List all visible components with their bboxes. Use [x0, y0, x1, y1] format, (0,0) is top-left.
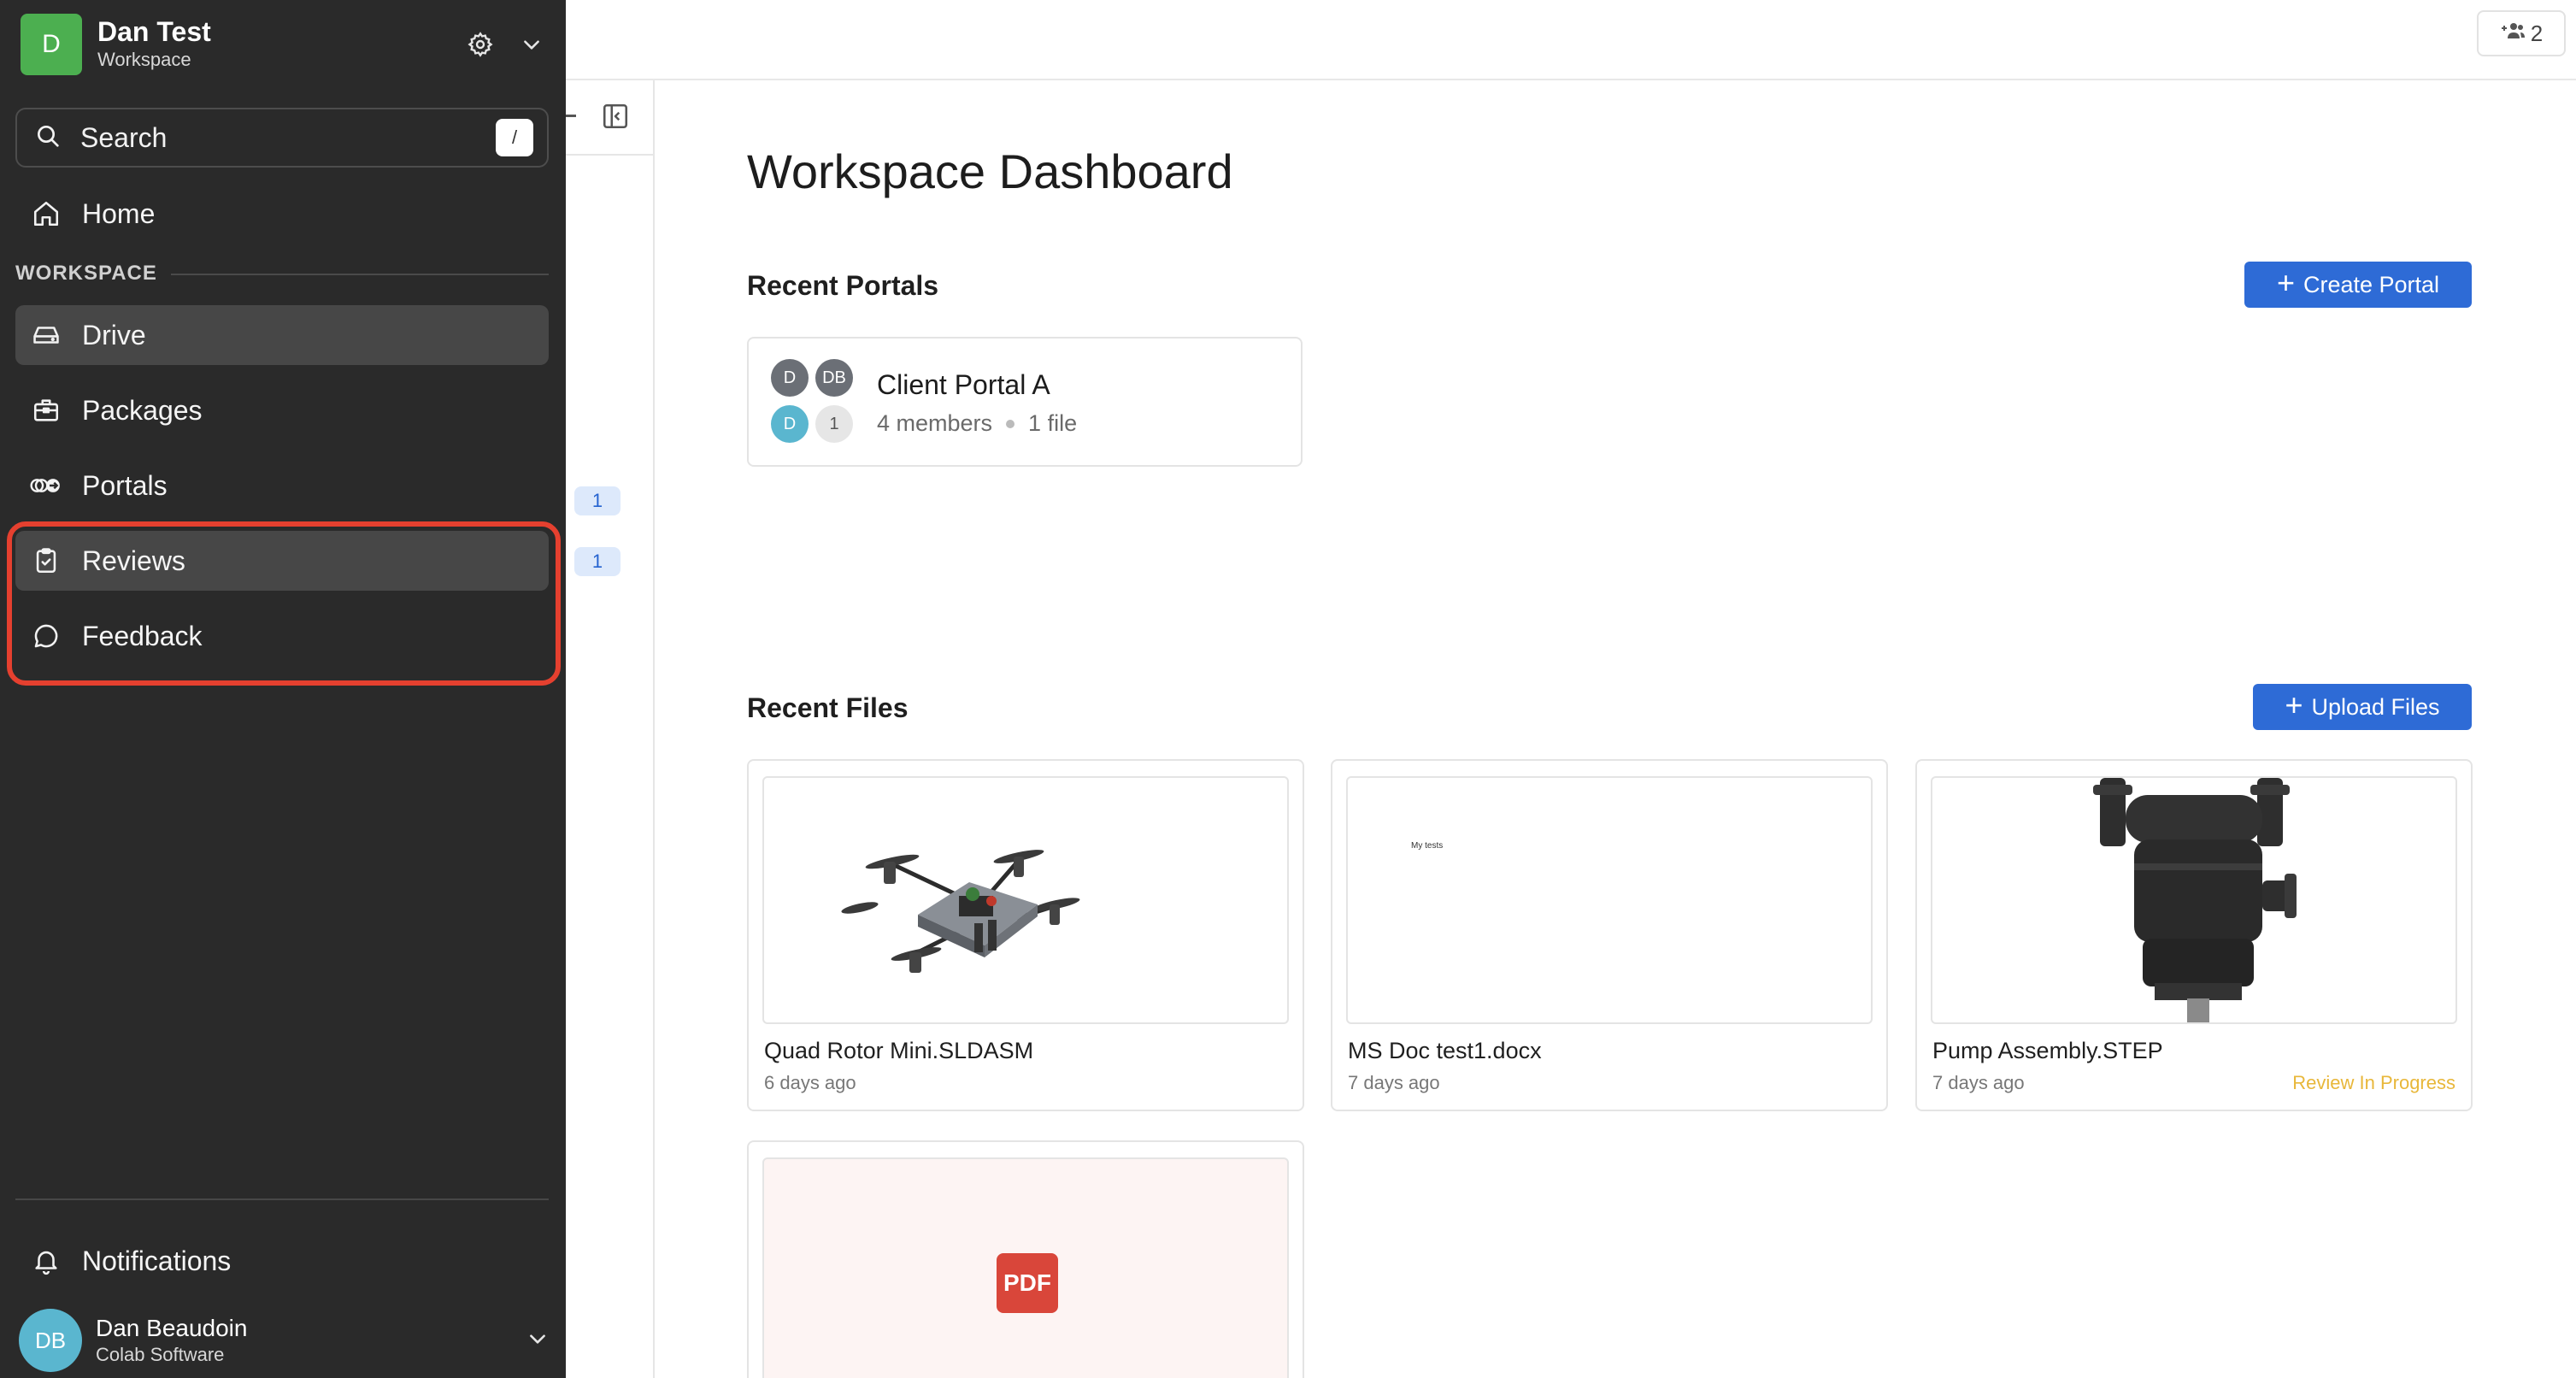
portal-icon	[27, 467, 65, 504]
separator-dot	[1006, 419, 1015, 428]
quadcopter-preview	[841, 850, 1080, 973]
file-thumbnail	[762, 776, 1289, 1024]
package-icon	[27, 392, 65, 429]
avatar-overflow-count: 1	[815, 405, 853, 443]
divider	[15, 1198, 549, 1200]
collapse-panel-icon[interactable]	[598, 99, 632, 133]
nav-item-home[interactable]: Home	[15, 184, 549, 244]
search-input[interactable]: Search /	[15, 108, 549, 168]
file-card[interactable]: PDF	[747, 1140, 1304, 1378]
file-name: MS Doc test1.docx	[1348, 1038, 1542, 1063]
divider	[171, 274, 549, 275]
document-preview-text: My tests	[1411, 841, 1444, 851]
file-thumbnail: My tests	[1346, 776, 1873, 1024]
count-badge: 1	[574, 547, 620, 576]
file-thumbnail	[1931, 776, 2457, 1024]
chevron-down-icon[interactable]	[518, 27, 545, 62]
avatar: DB	[19, 1309, 82, 1372]
nav-item-notifications[interactable]: Notifications	[15, 1231, 549, 1291]
count-badge: 1	[574, 486, 620, 515]
nav-item-label: Notifications	[82, 1245, 232, 1276]
plus-icon: +	[2276, 265, 2295, 300]
file-card[interactable]: My tests MS Doc test1.docx 7 days ago	[1331, 759, 1888, 1111]
top-bar	[566, 0, 2576, 80]
file-card[interactable]: Quad Rotor Mini.SLDASM 6 days ago	[747, 759, 1304, 1111]
upload-files-button[interactable]: + Upload Files	[2253, 684, 2472, 730]
side-panel	[566, 80, 655, 1378]
workspace-header[interactable]: D Dan Test Workspace	[21, 14, 545, 75]
file-card[interactable]: Pump Assembly.STEP 7 days ago Review In …	[1915, 759, 2473, 1111]
workspace-subtitle: Workspace	[97, 49, 191, 70]
highlight-annotation	[7, 521, 561, 686]
create-portal-label: Create Portal	[2303, 271, 2440, 297]
avatar: DB	[815, 359, 853, 397]
chevron-down-icon[interactable]	[526, 1328, 549, 1354]
divider	[566, 115, 576, 117]
nav-item-label: Packages	[82, 394, 203, 426]
home-icon	[27, 195, 65, 233]
file-age: 7 days ago	[1932, 1072, 2025, 1093]
create-portal-button[interactable]: + Create Portal	[2244, 262, 2472, 308]
gear-icon[interactable]	[463, 27, 497, 62]
search-icon	[34, 122, 62, 154]
bell-icon	[27, 1242, 65, 1280]
upload-files-label: Upload Files	[2311, 693, 2440, 720]
pdf-file-icon: PDF	[997, 1253, 1058, 1313]
pump-preview	[2093, 778, 2297, 1022]
file-name: Pump Assembly.STEP	[1932, 1038, 2163, 1063]
search-shortcut-key: /	[496, 119, 533, 156]
section-title-recent-files: Recent Files	[747, 692, 909, 723]
workspace-info: Dan Test Workspace	[97, 16, 463, 73]
nav-item-packages[interactable]: Packages	[15, 380, 549, 440]
file-age: 6 days ago	[764, 1072, 856, 1093]
section-label-workspace: WORKSPACE	[15, 262, 157, 285]
plus-icon: +	[2285, 687, 2303, 722]
members-button[interactable]: 2	[2477, 10, 2566, 56]
nav-item-label: Drive	[82, 319, 146, 350]
drive-icon	[27, 316, 65, 354]
section-title-recent-portals: Recent Portals	[747, 270, 939, 301]
user-menu[interactable]: DB Dan Beaudoin Colab Software	[19, 1309, 549, 1372]
file-thumbnail: PDF	[762, 1157, 1289, 1378]
avatar: D	[771, 359, 809, 397]
nav-item-label: Home	[82, 197, 156, 229]
search-label: Search	[80, 121, 168, 153]
sidebar: D Dan Test Workspace Search / Home WORKS…	[0, 0, 566, 1378]
file-name: Quad Rotor Mini.SLDASM	[764, 1038, 1034, 1063]
file-age: 7 days ago	[1348, 1072, 1440, 1093]
user-info: Dan Beaudoin Colab Software	[96, 1314, 526, 1367]
portal-files: 1 file	[1028, 410, 1078, 436]
workspace-avatar: D	[21, 14, 82, 75]
add-user-icon	[2500, 21, 2526, 47]
nav-item-portals[interactable]: Portals	[15, 456, 549, 515]
portal-meta: 4 members 1 file	[877, 410, 1077, 437]
portal-name: Client Portal A	[877, 369, 1050, 400]
member-count: 2	[2530, 20, 2544, 46]
page-title: Workspace Dashboard	[747, 144, 1233, 198]
nav-item-drive[interactable]: Drive	[15, 305, 549, 365]
user-name: Dan Beaudoin	[96, 1315, 248, 1341]
portal-card[interactable]: D DB D 1 Client Portal A 4 members 1 fil…	[747, 337, 1303, 467]
portal-members: 4 members	[877, 410, 993, 436]
status-badge: Review In Progress	[2292, 1072, 2455, 1093]
avatar: D	[771, 405, 809, 443]
workspace-name: Dan Test	[97, 16, 211, 47]
divider	[566, 154, 655, 156]
nav-item-label: Portals	[82, 469, 168, 501]
user-org: Colab Software	[96, 1344, 225, 1365]
